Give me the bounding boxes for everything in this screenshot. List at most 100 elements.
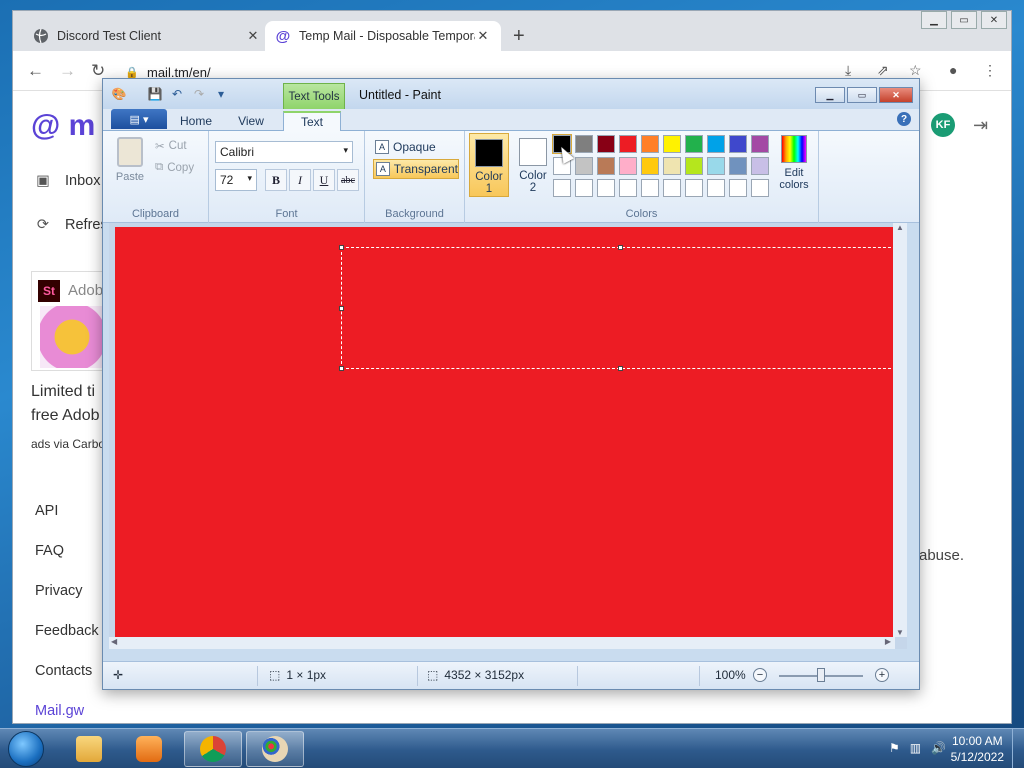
- font-size-select[interactable]: 72 ▾: [215, 169, 257, 191]
- ad-text-line1[interactable]: Limited ti: [31, 383, 95, 401]
- redo-icon[interactable]: ↷: [191, 86, 207, 102]
- clock[interactable]: 10:00 AM 5/12/2022: [951, 733, 1004, 765]
- taskbar-explorer[interactable]: [60, 731, 118, 767]
- cut-button[interactable]: ✂ Cut: [155, 139, 187, 153]
- zoom-slider-thumb[interactable]: [817, 668, 825, 682]
- footer-link-privacy[interactable]: Privacy: [35, 583, 83, 599]
- underline-button[interactable]: U: [313, 169, 335, 191]
- color2-selector[interactable]: Color 2: [513, 133, 553, 197]
- undo-icon[interactable]: ↶: [169, 86, 185, 102]
- palette-swatch[interactable]: [707, 179, 725, 197]
- palette-swatch[interactable]: [729, 157, 747, 175]
- paint-maximize-button[interactable]: ▭: [847, 87, 877, 103]
- footer-link-faq[interactable]: FAQ: [35, 543, 64, 559]
- back-icon[interactable]: ←: [27, 61, 44, 81]
- palette-swatch[interactable]: [685, 157, 703, 175]
- start-button[interactable]: [8, 731, 44, 767]
- palette-swatch[interactable]: [575, 157, 593, 175]
- paste-button[interactable]: Paste: [113, 137, 147, 183]
- tab-close-icon[interactable]: ✕: [475, 28, 491, 44]
- palette-swatch[interactable]: [597, 135, 615, 153]
- palette-swatch[interactable]: [597, 157, 615, 175]
- palette-swatch[interactable]: [751, 179, 769, 197]
- paint-close-button[interactable]: ✕: [879, 87, 913, 103]
- taskbar-media-player[interactable]: [120, 731, 178, 767]
- close-button[interactable]: ✕: [981, 11, 1007, 29]
- zoom-in-button[interactable]: +: [875, 668, 889, 682]
- palette-swatch[interactable]: [619, 135, 637, 153]
- footer-link-contacts[interactable]: Contacts: [35, 663, 92, 679]
- taskbar-chrome[interactable]: [184, 731, 242, 767]
- save-icon[interactable]: 💾: [147, 86, 163, 102]
- palette-swatch[interactable]: [553, 179, 571, 197]
- customize-qat-icon[interactable]: ▾: [213, 86, 229, 102]
- palette-swatch[interactable]: [729, 179, 747, 197]
- palette-swatch[interactable]: [575, 135, 593, 153]
- forward-icon[interactable]: →: [59, 61, 76, 81]
- volume-icon[interactable]: 🔊: [931, 741, 946, 755]
- palette-swatch[interactable]: [619, 157, 637, 175]
- palette-swatch[interactable]: [575, 179, 593, 197]
- network-icon[interactable]: ▥: [910, 741, 921, 755]
- bookmark-star-icon[interactable]: ☆: [909, 62, 922, 79]
- nav-inbox[interactable]: ▣ Inbox: [33, 173, 100, 189]
- taskbar-paint[interactable]: [246, 731, 304, 767]
- tab-discord-test-client[interactable]: Discord Test Client ✕: [23, 21, 271, 51]
- palette-swatch[interactable]: [641, 135, 659, 153]
- maximize-button[interactable]: ▭: [951, 11, 977, 29]
- resize-handle[interactable]: [339, 366, 344, 371]
- ad-via[interactable]: ads via Carbo: [31, 437, 105, 451]
- resize-handle[interactable]: [339, 306, 344, 311]
- user-avatar[interactable]: KF: [931, 113, 955, 137]
- palette-swatch[interactable]: [751, 157, 769, 175]
- minimize-button[interactable]: ▁: [921, 11, 947, 29]
- palette-swatch[interactable]: [751, 135, 769, 153]
- show-desktop-button[interactable]: [1012, 729, 1024, 768]
- drawing-canvas[interactable]: [115, 227, 901, 639]
- italic-button[interactable]: I: [289, 169, 311, 191]
- palette-swatch[interactable]: [641, 179, 659, 197]
- paint-menu-button[interactable]: ▤ ▾: [111, 109, 167, 129]
- tab-close-icon[interactable]: ✕: [245, 28, 261, 44]
- footer-link-feedback[interactable]: Feedback: [35, 623, 99, 639]
- opaque-option[interactable]: A Opaque: [373, 137, 459, 157]
- vertical-scrollbar[interactable]: ▲ ▼: [893, 223, 907, 637]
- resize-handle[interactable]: [618, 245, 623, 250]
- tab-home[interactable]: Home: [169, 111, 223, 131]
- footer-link-api[interactable]: API: [35, 503, 58, 519]
- ad-text-line2[interactable]: free Adob: [31, 407, 100, 425]
- edit-colors-button[interactable]: Edit colors: [777, 135, 811, 191]
- new-tab-button[interactable]: +: [513, 25, 525, 48]
- palette-swatch[interactable]: [619, 179, 637, 197]
- palette-swatch[interactable]: [663, 157, 681, 175]
- resize-handle[interactable]: [618, 366, 623, 371]
- palette-swatch[interactable]: [707, 157, 725, 175]
- palette-swatch[interactable]: [685, 179, 703, 197]
- palette-swatch[interactable]: [663, 179, 681, 197]
- transparent-option[interactable]: A Transparent: [373, 159, 459, 179]
- palette-swatch[interactable]: [641, 157, 659, 175]
- tab-view[interactable]: View: [225, 111, 277, 131]
- footer-link-mail-gw[interactable]: Mail.gw: [35, 703, 84, 719]
- action-center-flag-icon[interactable]: ⚑: [889, 741, 900, 755]
- palette-swatch[interactable]: [729, 135, 747, 153]
- palette-swatch[interactable]: [663, 135, 681, 153]
- help-icon[interactable]: ?: [897, 112, 911, 126]
- menu-dots-icon[interactable]: ⋮: [983, 62, 997, 79]
- logout-icon[interactable]: ⇥: [973, 115, 988, 136]
- strikethrough-button[interactable]: abc: [337, 169, 359, 191]
- install-icon[interactable]: ⤓: [845, 62, 851, 79]
- share-icon[interactable]: ⇗: [877, 62, 889, 79]
- profile-icon[interactable]: ●: [949, 62, 957, 78]
- palette-swatch[interactable]: [707, 135, 725, 153]
- horizontal-scrollbar[interactable]: ◀ ▶: [109, 637, 895, 649]
- tab-temp-mail[interactable]: @ Temp Mail - Disposable Temporary ✕: [265, 21, 501, 51]
- palette-swatch[interactable]: [685, 135, 703, 153]
- resize-handle[interactable]: [339, 245, 344, 250]
- text-box-selection[interactable]: [339, 245, 901, 371]
- font-family-select[interactable]: Calibri ▾: [215, 141, 353, 163]
- mail-tm-logo[interactable]: @ m: [31, 109, 95, 143]
- bold-button[interactable]: B: [265, 169, 287, 191]
- paint-minimize-button[interactable]: ▁: [815, 87, 845, 103]
- tab-text[interactable]: Text: [283, 111, 341, 132]
